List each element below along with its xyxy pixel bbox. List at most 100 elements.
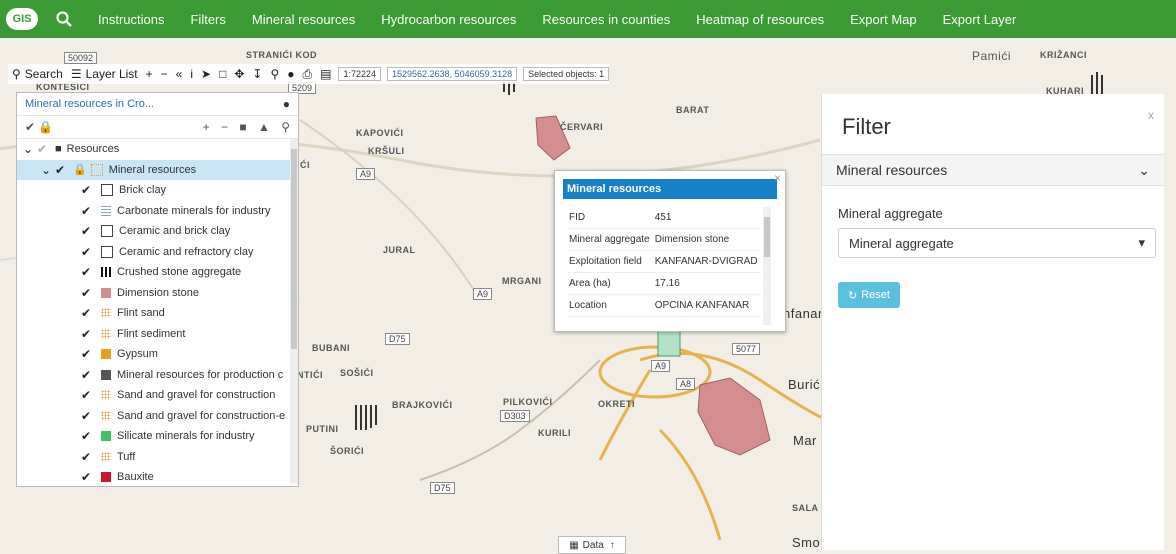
layer-item[interactable]: ✔ Sand and gravel for construction	[17, 385, 298, 406]
menu-filters[interactable]: Filters	[190, 12, 225, 27]
layer-item[interactable]: ✔ Sand and gravel for construction-e	[17, 406, 298, 427]
layer-list-button[interactable]: ☰ Layer List	[67, 67, 142, 81]
layer-item[interactable]: ✔ Crushed stone aggregate	[17, 262, 298, 283]
layer-mineral-resources[interactable]: ⌄ ✔ 🔒 Mineral resources	[17, 159, 298, 180]
map-label: KAPOVIĆI	[356, 128, 404, 138]
map-label: ČERVARI	[560, 122, 604, 132]
road-label: A9	[356, 168, 376, 180]
check-icon[interactable]: ✔	[81, 183, 95, 197]
layer-item[interactable]: ✔ Mineral resources for production c	[17, 365, 298, 386]
check-icon[interactable]: ✔	[81, 347, 95, 361]
user-icon[interactable]: ▲	[258, 120, 270, 134]
arrow-up-icon: ↑	[609, 539, 615, 551]
add-layer-icon[interactable]: +	[203, 120, 210, 134]
folder-icon[interactable]: ■	[239, 120, 246, 134]
legend-symbol-icon	[101, 390, 111, 401]
check-all-icon[interactable]: ✔ 🔒	[25, 120, 53, 134]
chevron-down-icon[interactable]: ⌄	[41, 163, 55, 177]
check-icon[interactable]: ✔	[81, 265, 95, 279]
refresh-icon: ↻	[848, 289, 858, 302]
check-icon[interactable]: ✔	[81, 429, 95, 443]
map-label: Smo	[792, 535, 821, 550]
app-logo[interactable]: GIS	[0, 0, 44, 38]
filter-section-header[interactable]: Mineral resources ⌄	[822, 154, 1164, 186]
check-icon[interactable]: ✔	[81, 327, 95, 341]
layer-item[interactable]: ✔ Ceramic and brick clay	[17, 221, 298, 242]
download-icon[interactable]: ↧	[248, 67, 266, 81]
attr-key: Location	[567, 294, 653, 317]
map-label: Pamići	[972, 49, 1012, 63]
road-label: D303	[500, 410, 530, 422]
pointer-icon[interactable]: ➤	[197, 67, 215, 81]
check-icon[interactable]: ✔	[81, 286, 95, 300]
menu-mineral-resources[interactable]: Mineral resources	[252, 12, 355, 27]
check-icon[interactable]: ✔	[81, 204, 95, 218]
legend-symbol-icon	[101, 184, 113, 197]
check-icon[interactable]: ✔	[55, 163, 69, 177]
select-box-icon[interactable]: □	[215, 67, 230, 81]
layer-item-label: Flint sand	[117, 307, 165, 320]
check-icon[interactable]: ✔	[81, 409, 95, 423]
info-icon[interactable]: i	[186, 67, 197, 81]
layer-list-panel: Mineral resources in Cro... ● ✔ 🔒 + − ■ …	[16, 92, 299, 487]
zoom-in-icon[interactable]: +	[142, 67, 157, 81]
search-tool-button[interactable]: ⚲ Search	[8, 67, 67, 81]
menu-export-map[interactable]: Export Map	[850, 12, 916, 27]
search-tool-label: Search	[24, 67, 63, 81]
print-icon[interactable]: ⎙	[299, 67, 317, 82]
check-icon[interactable]: ✔	[81, 245, 95, 259]
popup-scrollbar[interactable]	[763, 207, 771, 325]
selected-feature[interactable]	[657, 329, 681, 357]
layer-panel-title[interactable]: Mineral resources in Cro...	[25, 98, 154, 110]
close-icon[interactable]: ×	[774, 171, 781, 185]
legend-symbol-icon	[101, 451, 111, 462]
pan-icon[interactable]: ✥	[230, 67, 248, 81]
layer-item[interactable]: ✔ Gypsum	[17, 344, 298, 365]
zoom-out-icon[interactable]: −	[157, 67, 172, 81]
globe-icon[interactable]: ●	[283, 97, 290, 111]
remove-layer-icon[interactable]: −	[221, 120, 228, 134]
layer-item[interactable]: ✔ Brick clay	[17, 180, 298, 201]
measure-icon[interactable]: ▤	[316, 67, 335, 81]
layer-item[interactable]: ✔ Carbonate minerals for industry	[17, 201, 298, 222]
layer-item[interactable]: ✔ Flint sand	[17, 303, 298, 324]
menu-export-layer[interactable]: Export Layer	[943, 12, 1017, 27]
zoom-search-icon[interactable]: ⚲	[266, 67, 283, 81]
lock-icon[interactable]: 🔒	[73, 163, 87, 176]
check-icon[interactable]: ✔	[81, 388, 95, 402]
attr-value: OPCINA KANFANAR	[652, 294, 761, 317]
mineral-aggregate-select[interactable]: Mineral aggregate ▾	[838, 228, 1156, 258]
back-icon[interactable]: «	[172, 67, 187, 81]
table-row: Area (ha) 17.16	[567, 272, 761, 295]
layer-item[interactable]: ✔ Dimension stone	[17, 283, 298, 304]
menu-resources-in-counties[interactable]: Resources in counties	[542, 12, 670, 27]
layer-scrollbar[interactable]	[290, 139, 298, 484]
group-resources[interactable]: ⌄ ✔ ■ Resources	[17, 139, 298, 160]
close-icon[interactable]: x	[1148, 108, 1154, 122]
check-icon[interactable]: ✔	[37, 142, 51, 156]
zoom-layer-icon[interactable]: ⚲	[281, 120, 290, 134]
filter-panel: Filter x Mineral resources ⌄ Mineral agg…	[821, 94, 1164, 550]
layer-item[interactable]: ✔ Flint sediment	[17, 324, 298, 345]
layer-item[interactable]: ✔ Bauxite	[17, 467, 298, 486]
reset-button[interactable]: ↻ Reset	[838, 282, 900, 308]
chevron-down-icon[interactable]: ⌄	[23, 142, 37, 156]
menu-heatmap-of-resources[interactable]: Heatmap of resources	[696, 12, 824, 27]
check-icon[interactable]: ✔	[81, 368, 95, 382]
map-label: BARAT	[676, 105, 710, 115]
check-icon[interactable]: ✔	[81, 306, 95, 320]
menu-hydrocarbon-resources[interactable]: Hydrocarbon resources	[381, 12, 516, 27]
road-label: A9	[651, 360, 671, 372]
menu-instructions[interactable]: Instructions	[98, 12, 164, 27]
globe-icon[interactable]: ●	[283, 67, 298, 81]
check-icon[interactable]: ✔	[81, 450, 95, 464]
layer-item[interactable]: ✔ Tuff	[17, 447, 298, 468]
layer-item[interactable]: ✔ Silicate minerals for industry	[17, 426, 298, 447]
data-panel-toggle[interactable]: ▦ Data ↑	[558, 536, 626, 554]
map-label: PUTINI	[306, 424, 339, 434]
search-icon[interactable]	[44, 0, 84, 38]
check-icon[interactable]: ✔	[81, 470, 95, 484]
map-label: JURAL	[383, 245, 416, 255]
check-icon[interactable]: ✔	[81, 224, 95, 238]
layer-item[interactable]: ✔ Ceramic and refractory clay	[17, 242, 298, 263]
